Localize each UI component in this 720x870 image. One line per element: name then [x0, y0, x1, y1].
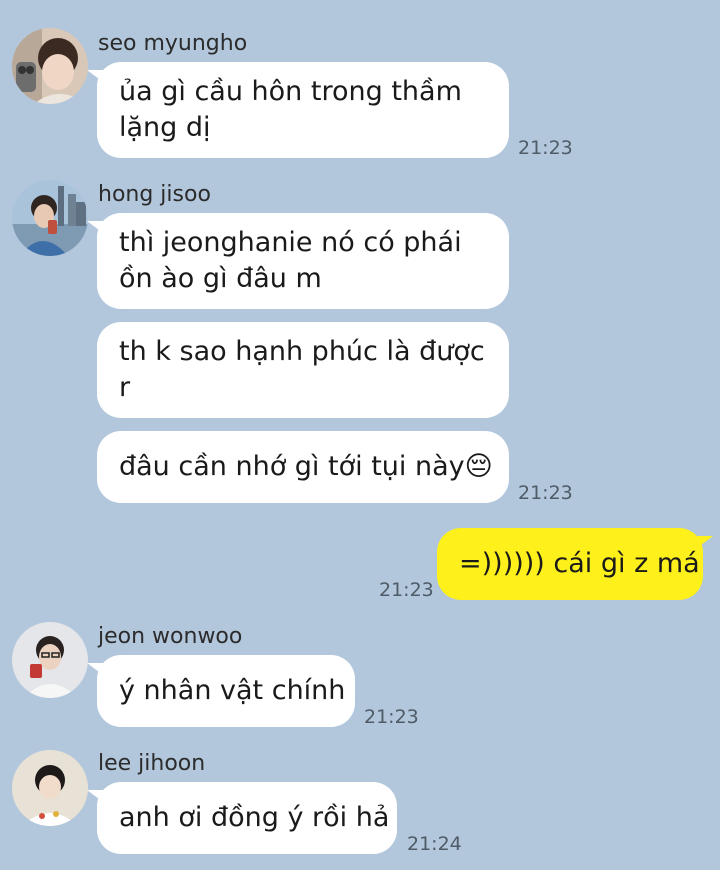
message-timestamp: 21:23 — [379, 579, 434, 601]
message-text: đâu cần nhớ gì tới tụi này😔 — [119, 451, 493, 482]
message-bubble[interactable]: thì jeonghanie nó có phái ồn ào gì đâu m — [87, 213, 509, 309]
message-bubble[interactable]: anh ơi đồng ý rồi hả — [87, 782, 397, 854]
message-text: thì jeonghanie nó có phái — [119, 227, 462, 258]
outgoing-message-bubble[interactable]: =)))))) cái gì z má — [437, 528, 713, 600]
sender-name: seo myungho — [98, 31, 248, 56]
message-bubble[interactable]: đâu cần nhớ gì tới tụi này😔 — [97, 431, 509, 503]
message-text: ủa gì cầu hôn trong thầm — [119, 76, 462, 107]
avatar-jeon-wonwoo[interactable] — [12, 622, 88, 698]
message-text: ồn ào gì đâu m — [119, 263, 322, 294]
sender-name: jeon wonwoo — [98, 624, 243, 649]
message-bubble[interactable]: ý nhân vật chính — [87, 655, 355, 727]
message-bubble[interactable]: th k sao hạnh phúc là được r — [97, 322, 509, 418]
message-timestamp: 21:23 — [518, 137, 573, 159]
profile-photo-icon — [12, 622, 88, 698]
message-text: ý nhân vật chính — [119, 675, 346, 706]
message-text: th k sao hạnh phúc là được — [119, 336, 485, 367]
profile-photo-icon — [12, 28, 88, 104]
avatar-hong-jisoo[interactable] — [12, 180, 88, 256]
sender-name: hong jisoo — [98, 182, 211, 207]
message-text: r — [119, 372, 131, 403]
message-text: anh ơi đồng ý rồi hả — [119, 802, 390, 833]
message-text: =)))))) cái gì z má — [459, 548, 700, 579]
profile-photo-icon — [12, 180, 88, 256]
message-timestamp: 21:23 — [518, 482, 573, 504]
avatar-seo-myungho[interactable] — [12, 28, 88, 104]
message-timestamp: 21:24 — [407, 833, 462, 855]
profile-photo-icon — [12, 750, 88, 826]
message-bubble[interactable]: ủa gì cầu hôn trong thầm lặng dị — [87, 62, 509, 158]
avatar-lee-jihoon[interactable] — [12, 750, 88, 826]
sender-name: lee jihoon — [98, 751, 206, 776]
message-text: lặng dị — [119, 112, 211, 143]
message-timestamp: 21:23 — [364, 706, 419, 728]
